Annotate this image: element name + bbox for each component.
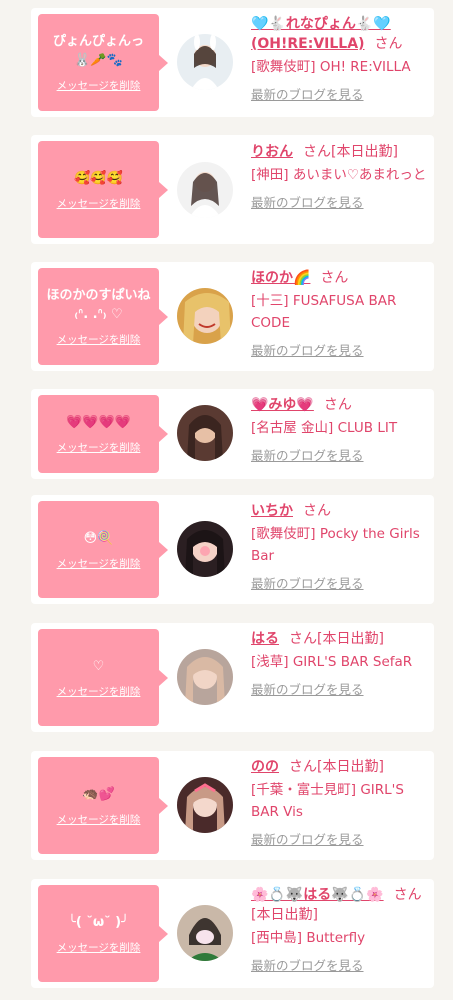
avatar[interactable]	[177, 521, 233, 577]
message-bubble: ♡ メッセージを削除	[38, 629, 168, 726]
delete-message-link[interactable]: メッセージを削除	[57, 812, 141, 827]
message-text: ぴょんぴょんっ 🐰🥕🐾	[52, 34, 144, 68]
list-item: ♡ メッセージを削除 はる さん[本日出勤] [浅草] GIRL'S BAR Se…	[31, 623, 434, 732]
entry-info: はる さん[本日出勤] [浅草] GIRL'S BAR SefaR 最新のブログを…	[251, 629, 429, 698]
name-link[interactable]: ほのか🌈	[251, 270, 310, 286]
honorific: さん	[303, 144, 331, 160]
name-link[interactable]: 🩵🐇れなぴょん🐇🩵 (OH!RE:VILLA)	[251, 16, 391, 52]
latest-blog-link[interactable]: 最新のブログを見る	[251, 340, 364, 359]
honorific: さん	[320, 270, 349, 286]
shop-name: [浅草] GIRL'S BAR SefaR	[251, 654, 413, 670]
honorific: さん	[374, 36, 403, 52]
honorific: さん	[323, 397, 352, 413]
message-text: 🥰🥰🥰	[74, 170, 123, 186]
message-bubble: ほのかのすぱいね ₍ᐢ. .ᐢ₎ ♡ メッセージを削除	[38, 268, 168, 365]
name-link[interactable]: 💗みゆ💗	[251, 397, 314, 413]
entry-info: りおん さん[本日出勤] [神田] あいまい♡あまれっと 最新のブログを見る	[251, 142, 429, 211]
message-text: 😳🍭	[83, 530, 114, 546]
status-badge: [本日出勤]	[317, 759, 384, 775]
latest-blog-link[interactable]: 最新のブログを見る	[251, 192, 364, 211]
list-item: 💗💗💗💗 メッセージを削除 💗みゆ💗 さん [名古屋 金山] CLUB LIT 最…	[31, 389, 434, 479]
delete-message-link[interactable]: メッセージを削除	[57, 332, 141, 347]
latest-blog-link[interactable]: 最新のブログを見る	[251, 84, 364, 103]
delete-message-link[interactable]: メッセージを削除	[57, 556, 141, 571]
name-link[interactable]: 🌸💍🐺はる🐺💍🌸	[251, 887, 384, 903]
message-text: 💗💗💗💗	[66, 415, 131, 430]
message-list: ぴょんぴょんっ 🐰🥕🐾 メッセージを削除 🩵🐇れなぴょん🐇🩵 (OH!RE:VI…	[0, 0, 453, 1000]
delete-message-link[interactable]: メッセージを削除	[57, 440, 141, 455]
shop-name: [千葉・富士見町] GIRL'S BAR Vis	[251, 782, 404, 820]
avatar[interactable]	[177, 34, 233, 90]
message-bubble: ぴょんぴょんっ 🐰🥕🐾 メッセージを削除	[38, 14, 168, 111]
latest-blog-link[interactable]: 最新のブログを見る	[251, 679, 364, 698]
shop-name: [十三] FUSAFUSA BAR CODE	[251, 293, 397, 331]
message-text: ♡	[92, 658, 105, 674]
honorific: さん	[393, 887, 422, 903]
status-badge: [本日出勤]	[317, 631, 384, 647]
message-text: ほのかのすぱいね ₍ᐢ. .ᐢ₎ ♡	[46, 288, 151, 322]
list-item: ╰( ˘ω˘ )╯ メッセージを削除 🌸💍🐺はる🐺💍🌸 さん [本日出勤] [西中島…	[31, 879, 434, 988]
honorific: さん	[289, 759, 317, 775]
delete-message-link[interactable]: メッセージを削除	[57, 196, 141, 211]
list-item: 🦔💕 メッセージを削除 のの さん[本日出勤] [千葉・富士見町] GIRL'S …	[31, 751, 434, 860]
message-bubble: 😳🍭 メッセージを削除	[38, 501, 168, 598]
shop-name: [神田] あいまい♡あまれっと	[251, 167, 427, 183]
message-bubble: 🦔💕 メッセージを削除	[38, 757, 168, 854]
list-item: ほのかのすぱいね ₍ᐢ. .ᐢ₎ ♡ メッセージを削除 ほのか🌈 さん [十三] …	[31, 262, 434, 371]
honorific: さん	[289, 631, 317, 647]
latest-blog-link[interactable]: 最新のブログを見る	[251, 445, 364, 464]
avatar[interactable]	[177, 905, 233, 961]
entry-info: 💗みゆ💗 さん [名古屋 金山] CLUB LIT 最新のブログを見る	[251, 395, 429, 464]
avatar[interactable]	[177, 777, 233, 833]
shop-name: [西中島] Butterfly	[251, 930, 366, 946]
avatar[interactable]	[177, 162, 233, 218]
avatar[interactable]	[177, 649, 233, 705]
entry-info: いちか さん [歌舞伎町] Pocky the Girls Bar 最新のブログを…	[251, 501, 429, 592]
entry-info: のの さん[本日出勤] [千葉・富士見町] GIRL'S BAR Vis 最新のブ…	[251, 757, 429, 848]
shop-name: [名古屋 金山] CLUB LIT	[251, 420, 398, 436]
delete-message-link[interactable]: メッセージを削除	[57, 940, 141, 955]
name-link[interactable]: はる	[251, 631, 279, 647]
name-link[interactable]: のの	[251, 759, 279, 775]
shop-name: [歌舞伎町] Pocky the Girls Bar	[251, 526, 420, 564]
status-badge: [本日出勤]	[251, 907, 318, 923]
name-link[interactable]: りおん	[251, 144, 293, 160]
message-text: 🦔💕	[82, 786, 115, 802]
message-text: ╰( ˘ω˘ )╯	[68, 914, 129, 930]
list-item: 😳🍭 メッセージを削除 いちか さん [歌舞伎町] Pocky the Girls…	[31, 495, 434, 604]
latest-blog-link[interactable]: 最新のブログを見る	[251, 829, 364, 848]
entry-info: 🌸💍🐺はる🐺💍🌸 さん [本日出勤] [西中島] Butterfly 最新のブログを…	[251, 885, 429, 974]
message-bubble: 🥰🥰🥰 メッセージを削除	[38, 141, 168, 238]
delete-message-link[interactable]: メッセージを削除	[57, 684, 141, 699]
list-item: 🥰🥰🥰 メッセージを削除 りおん さん[本日出勤] [神田] あいまい♡あまれっと…	[31, 135, 434, 244]
message-bubble: ╰( ˘ω˘ )╯ メッセージを削除	[38, 885, 168, 982]
shop-name: [歌舞伎町] OH! RE:VILLA	[251, 59, 411, 75]
delete-message-link[interactable]: メッセージを削除	[57, 78, 141, 93]
honorific: さん	[303, 503, 331, 519]
list-item: ぴょんぴょんっ 🐰🥕🐾 メッセージを削除 🩵🐇れなぴょん🐇🩵 (OH!RE:VI…	[31, 8, 434, 117]
message-bubble: 💗💗💗💗 メッセージを削除	[38, 395, 168, 473]
latest-blog-link[interactable]: 最新のブログを見る	[251, 573, 364, 592]
status-badge: [本日出勤]	[331, 144, 398, 160]
name-link[interactable]: いちか	[251, 503, 293, 519]
entry-info: 🩵🐇れなぴょん🐇🩵 (OH!RE:VILLA) さん [歌舞伎町] OH! RE:…	[251, 14, 429, 103]
avatar[interactable]	[177, 288, 233, 344]
latest-blog-link[interactable]: 最新のブログを見る	[251, 955, 364, 974]
avatar[interactable]	[177, 405, 233, 461]
entry-info: ほのか🌈 さん [十三] FUSAFUSA BAR CODE 最新のブログを見る	[251, 268, 429, 359]
